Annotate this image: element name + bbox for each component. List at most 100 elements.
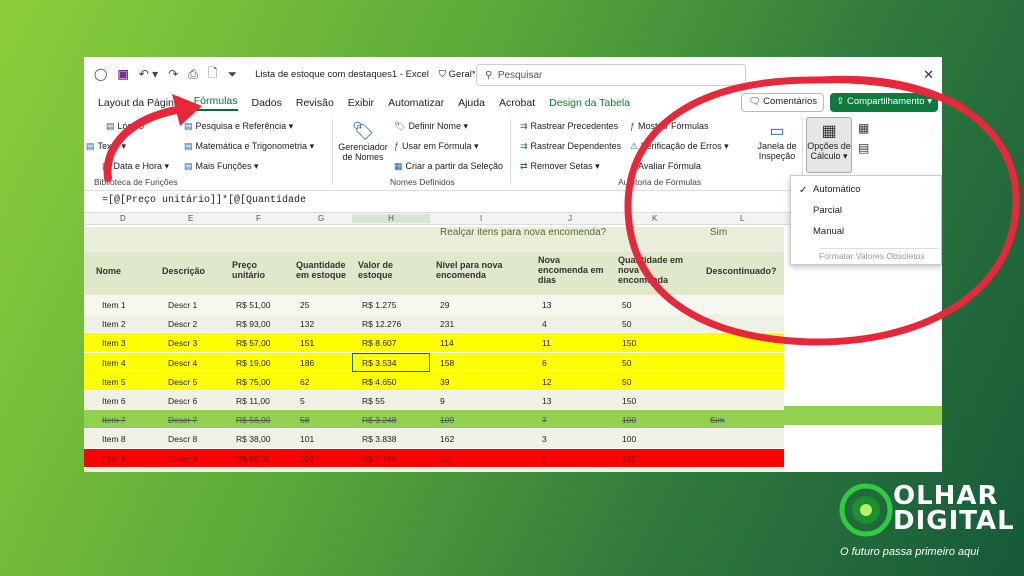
table-cell[interactable]: R$ 75,00 <box>236 377 271 387</box>
table-cell[interactable]: R$ 4.650 <box>362 377 397 387</box>
table-row[interactable]: Item 6 Descr 6 R$ 11,00 5 R$ 55 9 13 150 <box>84 390 784 411</box>
table-cell[interactable]: Descr 2 <box>168 319 197 329</box>
table-cell[interactable]: R$ 55 <box>362 396 385 406</box>
avaliar-formula-button[interactable]: ƒ Avaliar Fórmula <box>630 161 701 171</box>
table-cell[interactable]: Item 8 <box>102 434 126 444</box>
table-cell[interactable]: Descr 4 <box>168 358 197 368</box>
table-cell[interactable]: R$ 57,00 <box>236 338 271 348</box>
share-button[interactable]: ⇪ Compartilhamento ▾ <box>830 93 938 112</box>
calculate-sheet-icon[interactable]: ▤ <box>858 141 869 155</box>
column-header[interactable]: K <box>652 214 657 223</box>
table-row[interactable]: Item 2 Descr 2 R$ 93,00 132 R$ 12.276 231 4 50 <box>84 314 784 334</box>
table-cell[interactable]: 50 <box>622 319 631 329</box>
header-nivel[interactable]: Nível para nova encomenda <box>436 260 526 280</box>
header-descricao[interactable]: Descrição <box>162 266 205 276</box>
header-nome[interactable]: Nome <box>96 266 121 276</box>
header-preco[interactable]: Preço unitário <box>232 260 282 280</box>
table-cell[interactable]: 50 <box>622 358 631 368</box>
table-cell[interactable]: R$ 7.198 <box>362 454 397 464</box>
table-cell[interactable]: Descr 9 <box>168 454 197 464</box>
tab-automatizar[interactable]: Automatizar <box>388 97 444 109</box>
table-row[interactable]: Item 8 Descr 8 R$ 38,00 101 R$ 3.838 162 3 100 <box>84 429 784 449</box>
opcoes-calculo-button[interactable]: ▦ Opções de Cálculo ▾ <box>806 117 852 173</box>
table-cell[interactable]: Item 5 <box>102 377 126 387</box>
table-cell[interactable]: 122 <box>300 454 314 464</box>
table-cell[interactable]: 11 <box>542 338 551 348</box>
column-header[interactable]: D <box>120 214 126 223</box>
table-cell[interactable]: R$ 38,00 <box>236 434 271 444</box>
close-icon[interactable]: ✕ <box>923 67 934 83</box>
table-cell[interactable]: R$ 3.838 <box>362 434 397 444</box>
table-cell[interactable]: Descr 5 <box>168 377 197 387</box>
table-cell[interactable]: 186 <box>300 358 314 368</box>
mostrar-formulas-button[interactable]: ƒ Mostrar Fórmulas <box>630 121 709 131</box>
sensitivity-label[interactable]: ⛉ Geral* <box>439 69 476 80</box>
column-header[interactable]: E <box>188 214 193 223</box>
table-row[interactable]: Item 10Descr 10R$ 50,00175R$ 8.750283815… <box>84 467 784 472</box>
table-cell[interactable]: Descr 6 <box>168 396 197 406</box>
column-header[interactable]: G <box>318 214 324 223</box>
save-icon[interactable]: ▣ <box>117 67 128 81</box>
verificacao-erros-button[interactable]: ⚠ Verificação de Erros ▾ <box>630 141 729 152</box>
table-cell[interactable]: 150 <box>622 396 636 406</box>
table-cell[interactable]: 13 <box>542 300 551 310</box>
table-cell[interactable]: R$ 3.248 <box>362 415 397 425</box>
table-cell[interactable]: 162 <box>440 434 454 444</box>
table-cell[interactable]: 25 <box>300 300 309 310</box>
table-cell[interactable]: R$ 8.607 <box>362 338 397 348</box>
column-header[interactable]: J <box>568 214 572 223</box>
table-cell[interactable]: 109 <box>440 415 454 425</box>
redo-icon[interactable]: ↷ <box>168 67 178 81</box>
tab-dados[interactable]: Dados <box>252 97 282 109</box>
comments-button[interactable]: 🗨 Comentários <box>741 93 824 112</box>
table-cell[interactable]: Item 3 <box>102 338 126 348</box>
table-cell[interactable]: 151 <box>300 338 314 348</box>
column-header[interactable]: F <box>256 214 261 223</box>
table-cell[interactable]: Item 9 <box>102 454 126 464</box>
search-input[interactable]: ⚲ Pesquisar <box>476 64 746 86</box>
table-cell[interactable]: 6 <box>542 358 547 368</box>
header-descontinuado[interactable]: Descontinuado? <box>706 266 777 276</box>
table-cell[interactable]: Descr 1 <box>168 300 197 310</box>
table-row[interactable]: Item 5 Descr 5 R$ 75,00 62 R$ 4.650 39 12 50 <box>84 371 784 391</box>
table-cell[interactable]: 58 <box>300 415 309 425</box>
table-cell[interactable]: R$ 12.276 <box>362 319 401 329</box>
table-cell[interactable]: 62 <box>300 377 309 387</box>
table-cell[interactable]: Item 6 <box>102 396 126 406</box>
tab-ajuda[interactable]: Ajuda <box>458 97 485 109</box>
table-cell[interactable]: 114 <box>440 338 454 348</box>
print-icon[interactable]: ⎙ <box>188 67 198 82</box>
table-cell[interactable]: 5 <box>300 396 305 406</box>
selected-cell[interactable] <box>352 352 430 372</box>
table-cell[interactable]: Item 2 <box>102 319 126 329</box>
calculate-now-icon[interactable]: ▦ <box>858 121 869 135</box>
menu-item-manual[interactable]: Manual <box>813 226 844 237</box>
table-cell[interactable]: 7 <box>542 415 547 425</box>
document-icon[interactable]: 🗋 <box>208 64 218 85</box>
table-cell[interactable]: 150 <box>622 338 636 348</box>
header-valor[interactable]: Valor de estoque <box>358 260 408 280</box>
table-cell[interactable]: 50 <box>622 300 631 310</box>
tab-design-tabela[interactable]: Design da Tabela <box>549 97 630 109</box>
header-nova-encomenda[interactable]: Nova encomenda em dias <box>538 255 610 285</box>
column-header-selected[interactable]: H <box>352 214 430 223</box>
table-cell[interactable]: R$ 19,00 <box>236 358 271 368</box>
table-cell[interactable]: Descr 3 <box>168 338 197 348</box>
toggle-icon[interactable]: ◯ <box>94 67 107 81</box>
table-cell[interactable]: R$ 11,00 <box>236 396 270 406</box>
column-header[interactable]: I <box>480 214 482 223</box>
table-cell[interactable]: 12 <box>542 377 551 387</box>
table-cell[interactable]: Item 4 <box>102 358 126 368</box>
table-row[interactable]: Item 1 Descr 1 R$ 51,00 25 R$ 1.275 29 13 50 <box>84 295 784 315</box>
table-cell[interactable]: Descr 8 <box>168 434 197 444</box>
table-cell[interactable]: 3 <box>542 434 547 444</box>
table-cell[interactable]: R$ 59,00 <box>236 454 271 464</box>
table-cell[interactable]: R$ 1.275 <box>362 300 397 310</box>
table-cell[interactable]: 9 <box>440 396 445 406</box>
rastrear-dependentes-button[interactable]: ⇉ Rastrear Dependentes <box>520 141 621 152</box>
table-cell[interactable]: R$ 51,00 <box>236 300 271 310</box>
table-cell[interactable]: 101 <box>300 434 314 444</box>
usar-formula-button[interactable]: ƒ Usar em Fórmula ▾ <box>394 141 479 152</box>
column-header[interactable]: L <box>740 214 744 223</box>
table-row[interactable]: Item 3 Descr 3 R$ 57,00 151 R$ 8.607 114 11 150 <box>84 333 784 353</box>
